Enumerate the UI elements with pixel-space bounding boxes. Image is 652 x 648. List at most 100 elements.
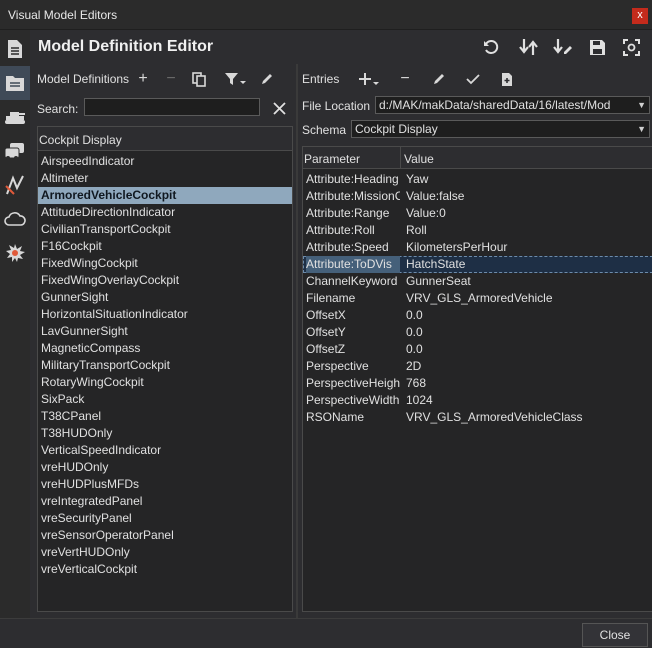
list-item[interactable]: vreVerticalCockpit xyxy=(38,561,292,578)
table-row[interactable]: Attribute:Range Value:0 xyxy=(303,205,652,222)
value-cell[interactable]: 0.0 xyxy=(406,307,423,324)
import-icon[interactable] xyxy=(518,36,540,58)
trajectory-icon[interactable] xyxy=(0,168,30,202)
edit-icon[interactable] xyxy=(256,68,278,90)
list-item[interactable]: AttitudeDirectionIndicator xyxy=(38,204,292,221)
value-cell[interactable]: 1024 xyxy=(406,392,433,409)
list-item[interactable]: vreIntegratedPanel xyxy=(38,493,292,510)
import-edit-icon[interactable] xyxy=(552,36,574,58)
list-item[interactable]: T38HUDOnly xyxy=(38,425,292,442)
table-row[interactable]: RSOName VRV_GLS_ArmoredVehicleClass xyxy=(303,409,652,426)
parameter-cell[interactable]: Perspective xyxy=(306,358,400,375)
close-button[interactable]: Close xyxy=(582,623,648,647)
table-row[interactable]: Attribute:Heading Yaw xyxy=(303,171,652,188)
revert-icon[interactable] xyxy=(480,36,502,58)
parameter-cell[interactable]: Attribute:Speed xyxy=(306,239,400,256)
list-item[interactable]: HorizontalSituationIndicator xyxy=(38,306,292,323)
value-cell[interactable]: 2D xyxy=(406,358,421,375)
value-cell[interactable]: 0.0 xyxy=(406,341,423,358)
column-header-parameter[interactable]: Parameter xyxy=(304,152,360,166)
table-row[interactable]: Attribute:Roll Roll xyxy=(303,222,652,239)
list-item[interactable]: vreSensorOperatorPanel xyxy=(38,527,292,544)
clear-search-icon[interactable] xyxy=(268,97,290,119)
file-location-combo[interactable]: d:/MAK/makData/sharedData/16/latest/Mod … xyxy=(375,96,650,114)
value-cell[interactable]: VRV_GLS_ArmoredVehicleClass xyxy=(406,409,583,426)
value-cell[interactable]: KilometersPerHour xyxy=(406,239,507,256)
fit-view-icon[interactable] xyxy=(620,36,642,58)
list-item[interactable]: MilitaryTransportCockpit xyxy=(38,357,292,374)
remove-entry-icon[interactable]: − xyxy=(394,68,416,90)
parameter-cell[interactable]: Filename xyxy=(306,290,400,307)
parameter-cell[interactable]: Attribute:Range xyxy=(306,205,400,222)
parameter-cell[interactable]: OffsetX xyxy=(306,307,400,324)
list-item[interactable]: VerticalSpeedIndicator xyxy=(38,442,292,459)
list-item[interactable]: AirspeedIndicator xyxy=(38,153,292,170)
value-cell[interactable]: 768 xyxy=(406,375,426,392)
parameter-cell[interactable]: OffsetZ xyxy=(306,341,400,358)
parameter-cell[interactable]: OffsetY xyxy=(306,324,400,341)
table-row[interactable]: PerspectiveWidth 1024 xyxy=(303,392,652,409)
document-editor-icon[interactable] xyxy=(0,32,30,66)
list-item[interactable]: vreVertHUDOnly xyxy=(38,544,292,561)
entry-document-icon[interactable] xyxy=(496,68,518,90)
add-entry-icon[interactable] xyxy=(356,68,386,90)
list-item[interactable]: ArmoredVehicleCockpit xyxy=(38,187,292,204)
vehicles-icon[interactable] xyxy=(0,134,30,168)
list-header[interactable]: Cockpit Display xyxy=(38,127,292,151)
list-item[interactable]: RotaryWingCockpit xyxy=(38,374,292,391)
remove-icon[interactable]: − xyxy=(160,68,182,90)
list-item[interactable]: T38CPanel xyxy=(38,408,292,425)
list-item[interactable]: GunnerSight xyxy=(38,289,292,306)
list-item[interactable]: F16Cockpit xyxy=(38,238,292,255)
table-row[interactable]: ChannelKeyword GunnerSeat xyxy=(303,273,652,290)
window-close-button[interactable]: x xyxy=(632,8,648,24)
table-row[interactable]: Filename VRV_GLS_ArmoredVehicle xyxy=(303,290,652,307)
table-row[interactable]: Perspective 2D xyxy=(303,358,652,375)
schema-combo[interactable]: Cockpit Display ▼ xyxy=(351,120,650,138)
table-row[interactable]: Attribute:Speed KilometersPerHour xyxy=(303,239,652,256)
column-separator[interactable] xyxy=(400,147,401,169)
save-icon[interactable] xyxy=(586,36,608,58)
value-cell[interactable]: Value:false xyxy=(406,188,464,205)
list-item[interactable]: vreHUDPlusMFDs xyxy=(38,476,292,493)
parameter-cell[interactable]: Attribute:MissionComplete xyxy=(306,188,400,205)
explosion-icon[interactable] xyxy=(0,236,30,270)
value-cell[interactable]: GunnerSeat xyxy=(406,273,471,290)
edit-entry-icon[interactable] xyxy=(428,68,450,90)
value-cell[interactable]: HatchState xyxy=(406,256,465,273)
parameter-cell[interactable]: RSOName xyxy=(306,409,400,426)
list-item[interactable]: vreHUDOnly xyxy=(38,459,292,476)
add-icon[interactable]: + xyxy=(132,68,154,90)
list-item[interactable]: CivilianTransportCockpit xyxy=(38,221,292,238)
parameter-cell[interactable]: Attribute:Roll xyxy=(306,222,400,239)
list-item[interactable]: SixPack xyxy=(38,391,292,408)
model-definition-editor-icon[interactable] xyxy=(0,66,30,100)
filter-icon[interactable] xyxy=(222,68,250,90)
list-item[interactable]: vreSecurityPanel xyxy=(38,510,292,527)
tank-icon[interactable] xyxy=(0,100,30,134)
list-item[interactable]: MagneticCompass xyxy=(38,340,292,357)
value-cell[interactable]: Value:0 xyxy=(406,205,446,222)
list-item[interactable]: Altimeter xyxy=(38,170,292,187)
parameter-cell[interactable]: PerspectiveWidth xyxy=(306,392,400,409)
copy-icon[interactable] xyxy=(188,68,210,90)
table-row[interactable]: PerspectiveHeight 768 xyxy=(303,375,652,392)
parameter-cell[interactable]: Attribute:Heading xyxy=(306,171,400,188)
cloud-icon[interactable] xyxy=(0,202,30,236)
entries-grid[interactable]: Parameter Value Attribute:Heading Yaw Attr… xyxy=(302,146,652,612)
parameter-cell[interactable]: Attribute:ToDVis xyxy=(306,256,400,273)
check-icon[interactable] xyxy=(462,68,484,90)
column-header-value[interactable]: Value xyxy=(404,152,434,166)
value-cell[interactable]: 0.0 xyxy=(406,324,423,341)
list-item[interactable]: FixedWingOverlayCockpit xyxy=(38,272,292,289)
table-row[interactable]: Attribute:ToDVis HatchState xyxy=(303,256,652,273)
value-cell[interactable]: Yaw xyxy=(406,171,428,188)
parameter-cell[interactable]: ChannelKeyword xyxy=(306,273,400,290)
value-cell[interactable]: Roll xyxy=(406,222,427,239)
list-item[interactable]: LavGunnerSight xyxy=(38,323,292,340)
table-row[interactable]: Attribute:MissionComplete Value:false xyxy=(303,188,652,205)
table-row[interactable]: OffsetX 0.0 xyxy=(303,307,652,324)
search-input[interactable] xyxy=(84,98,260,116)
list-item[interactable]: FixedWingCockpit xyxy=(38,255,292,272)
parameter-cell[interactable]: PerspectiveHeight xyxy=(306,375,400,392)
